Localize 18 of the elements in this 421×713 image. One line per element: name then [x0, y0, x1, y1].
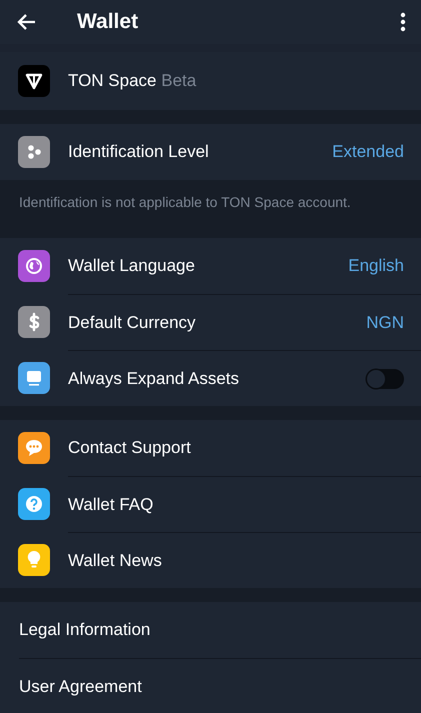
settings-row[interactable]: Identification Level Extended: [68, 124, 421, 180]
help-icon: [18, 488, 50, 520]
settings-row[interactable]: TON Space Beta: [68, 52, 421, 110]
dots-icon: [18, 136, 50, 168]
window-title: Wallet: [77, 10, 140, 34]
settings-row[interactable]: Wallet FAQ: [68, 476, 421, 532]
settings-row[interactable]: Default Currency NGN: [68, 294, 421, 350]
light-bulb-icon: [18, 544, 50, 576]
dollar-icon: [18, 306, 50, 338]
settings-row[interactable]: Wallet Language English: [68, 238, 421, 294]
settings-row[interactable]: User Agreement: [19, 658, 421, 713]
monitor-icon: [18, 362, 50, 394]
toggle-switch[interactable]: [366, 368, 404, 388]
settings-row[interactable]: Legal Information: [19, 602, 421, 658]
globe-icon: [18, 250, 50, 282]
chat-bubble-icon: [18, 432, 50, 464]
more-icon[interactable]: [399, 11, 407, 33]
settings-row[interactable]: Contact Support: [68, 420, 421, 476]
